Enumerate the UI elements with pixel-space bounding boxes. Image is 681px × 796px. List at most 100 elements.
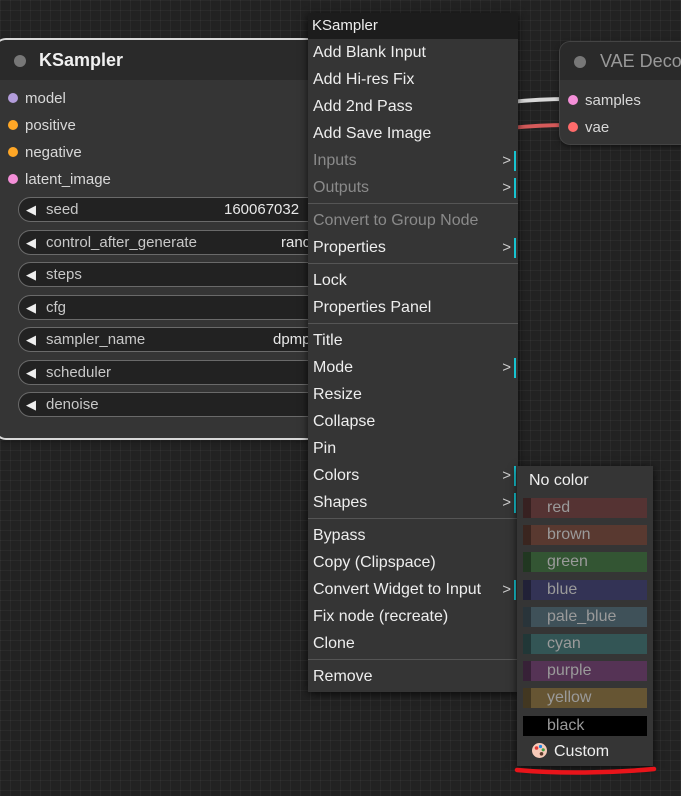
- socket-dot-icon[interactable]: [8, 174, 18, 184]
- collapse-dot-icon[interactable]: [14, 55, 26, 67]
- input-socket-vae[interactable]: vae: [568, 119, 609, 136]
- ksampler-header[interactable]: KSampler: [0, 40, 356, 80]
- color-option-blue[interactable]: blue: [523, 579, 647, 600]
- menu-item-lock[interactable]: Lock: [308, 267, 518, 294]
- widget-name: steps: [46, 266, 82, 283]
- widget-seed[interactable]: ◀ seed 160067032: [18, 197, 358, 222]
- widget-sampler-name[interactable]: ◀ sampler_name dpmp: [18, 327, 358, 352]
- menu-item-add-hi-res-fix[interactable]: Add Hi-res Fix: [308, 66, 518, 93]
- color-option-cyan[interactable]: cyan: [523, 634, 647, 654]
- widget-value: 160067032: [224, 201, 300, 218]
- menu-item-bypass[interactable]: Bypass: [308, 522, 518, 549]
- menu-item-label: Lock: [313, 272, 347, 289]
- widget-scheduler[interactable]: ◀ scheduler: [18, 359, 358, 385]
- menu-item-label: Convert Widget to Input: [313, 581, 482, 598]
- menu-item-copy-clipspace[interactable]: Copy (Clipspace): [308, 549, 518, 576]
- widget-name: seed: [46, 201, 79, 218]
- menu-item-resize[interactable]: Resize: [308, 381, 518, 408]
- menu-item-fix-node-recreate[interactable]: Fix node (recreate): [308, 603, 518, 630]
- menu-item-label: Shapes: [313, 494, 368, 511]
- menu-item-title[interactable]: Title: [308, 327, 518, 354]
- socket-dot-icon[interactable]: [8, 147, 18, 157]
- colors-submenu: No color red brown green blue pale_bluecyan p…: [517, 466, 653, 766]
- decrement-arrow-icon[interactable]: ◀: [26, 328, 36, 351]
- menu-item-colors[interactable]: Colors >: [308, 462, 518, 489]
- color-option-label: red: [547, 499, 571, 516]
- menu-item-inputs: Inputs >: [308, 147, 518, 174]
- color-option-label: purple: [547, 662, 592, 680]
- submenu-arrow-icon: >: [502, 239, 511, 256]
- ksampler-node[interactable]: KSampler model positive negative latent_ima…: [0, 40, 358, 438]
- color-option-green[interactable]: green: [523, 552, 647, 573]
- node-context-menu: KSampler Add Blank Input Add Hi-res Fix Ad…: [308, 13, 518, 692]
- vae-decode-title: VAE Deco: [600, 51, 681, 71]
- submenu-arrow-icon: >: [502, 581, 511, 598]
- input-socket-positive[interactable]: positive: [8, 117, 76, 134]
- widget-denoise[interactable]: ◀ denoise: [18, 392, 358, 417]
- menu-item-remove[interactable]: Remove: [308, 663, 518, 690]
- menu-item-add-blank-input[interactable]: Add Blank Input: [308, 39, 518, 66]
- color-option-purple[interactable]: purple: [523, 661, 647, 682]
- menu-item-label: Outputs: [313, 179, 370, 196]
- widget-name: denoise: [46, 396, 99, 413]
- menu-item-collapse[interactable]: Collapse: [308, 408, 518, 435]
- widget-cfg[interactable]: ◀ cfg: [18, 294, 358, 320]
- menu-item-label: Pin: [313, 440, 337, 457]
- color-option-red[interactable]: red: [523, 498, 647, 518]
- decrement-arrow-icon[interactable]: ◀: [26, 393, 36, 416]
- menu-item-label: Add 2nd Pass: [313, 98, 413, 115]
- color-option-label: green: [547, 553, 588, 571]
- menu-separator: [308, 518, 518, 519]
- menu-item-shapes[interactable]: Shapes >: [308, 489, 518, 516]
- menu-separator: [308, 263, 518, 264]
- decrement-arrow-icon[interactable]: ◀: [26, 296, 36, 319]
- context-menu-title: KSampler: [308, 13, 518, 39]
- widget-steps[interactable]: ◀ steps: [18, 262, 358, 287]
- color-option-label: blue: [547, 580, 578, 598]
- color-option-brown[interactable]: brown: [523, 525, 647, 546]
- decrement-arrow-icon[interactable]: ◀: [26, 361, 36, 384]
- input-socket-latent_image[interactable]: latent_image: [8, 171, 111, 188]
- menu-item-properties[interactable]: Properties >: [308, 234, 518, 261]
- menu-item-properties-panel[interactable]: Properties Panel: [308, 294, 518, 321]
- socket-label: positive: [25, 117, 76, 134]
- vae-decode-header[interactable]: VAE Deco: [560, 42, 681, 80]
- color-option-pale-blue[interactable]: pale_blue: [523, 606, 647, 627]
- menu-item-mode[interactable]: Mode >: [308, 354, 518, 381]
- menu-item-label: Clone: [313, 635, 355, 652]
- collapse-dot-icon[interactable]: [574, 56, 586, 68]
- socket-dot-icon[interactable]: [8, 120, 18, 130]
- vae-decode-node[interactable]: VAE Deco samples vae: [560, 42, 681, 144]
- socket-dot-icon[interactable]: [568, 95, 578, 105]
- decrement-arrow-icon[interactable]: ◀: [26, 198, 36, 221]
- color-option-black[interactable]: black: [523, 715, 647, 736]
- menu-item-pin[interactable]: Pin: [308, 435, 518, 462]
- custom-color-label: Custom: [554, 743, 610, 760]
- custom-color-option[interactable]: Custom: [531, 742, 609, 761]
- input-socket-negative[interactable]: negative: [8, 144, 82, 161]
- menu-item-label: Convert to Group Node: [313, 212, 479, 229]
- decrement-arrow-icon[interactable]: ◀: [26, 231, 36, 254]
- widget-control-after-generate[interactable]: ◀ control_after_generate ranc: [18, 229, 358, 255]
- submenu-indicator: [514, 178, 516, 198]
- color-option-yellow[interactable]: yellow: [523, 688, 647, 709]
- menu-item-label: Mode: [313, 359, 354, 376]
- menu-item-convert-widget-to-input[interactable]: Convert Widget to Input >: [308, 576, 518, 603]
- menu-separator: [308, 203, 518, 204]
- decrement-arrow-icon[interactable]: ◀: [26, 263, 36, 286]
- no-color-option[interactable]: No color: [529, 472, 589, 490]
- menu-item-clone[interactable]: Clone: [308, 630, 518, 657]
- color-option-label: brown: [547, 526, 591, 544]
- submenu-arrow-icon: >: [502, 152, 511, 169]
- color-option-label: black: [547, 716, 585, 734]
- socket-dot-icon[interactable]: [8, 93, 18, 103]
- submenu-arrow-icon: >: [502, 494, 511, 511]
- widget-value: ranc: [281, 233, 311, 251]
- input-socket-samples[interactable]: samples: [568, 92, 641, 109]
- input-socket-model[interactable]: model: [8, 90, 66, 107]
- menu-item-add-2nd-pass[interactable]: Add 2nd Pass: [308, 93, 518, 120]
- menu-item-add-save-image[interactable]: Add Save Image: [308, 120, 518, 147]
- socket-dot-icon[interactable]: [568, 122, 578, 132]
- palette-icon: [532, 743, 547, 758]
- color-option-label: yellow: [547, 689, 592, 707]
